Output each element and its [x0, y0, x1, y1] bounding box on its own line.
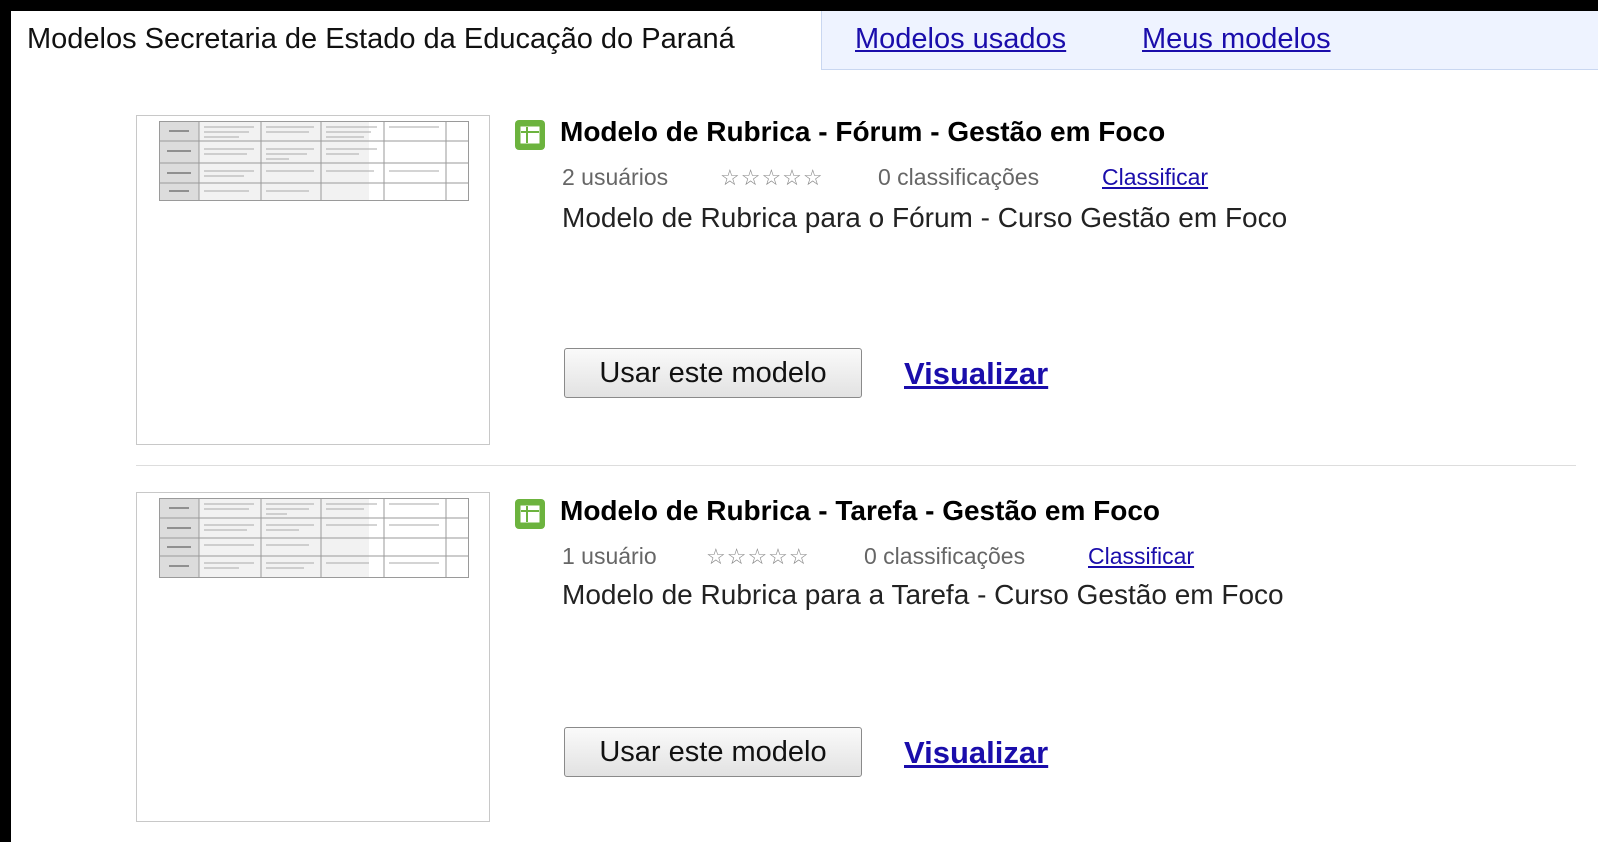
template-title: Modelo de Rubrica - Tarefa - Gestão em F… — [560, 495, 1161, 526]
user-count: 1 usuário — [562, 543, 657, 569]
window-border-left — [0, 0, 11, 842]
template-thumbnail[interactable] — [136, 115, 490, 445]
window-border-top — [0, 0, 1598, 11]
rubric-table-preview — [159, 121, 469, 201]
spreadsheet-icon — [515, 120, 545, 150]
tab-sede-models-label: Modelos Secretaria de Estado da Educação… — [27, 23, 735, 55]
rating-count: 0 classificações — [864, 543, 1026, 569]
user-count: 2 usuários — [562, 164, 669, 190]
spreadsheet-icon — [515, 499, 545, 529]
rate-link[interactable]: Classificar — [1102, 164, 1208, 191]
rating-stars-icon: ☆☆☆☆☆ — [706, 544, 810, 569]
template-description: Modelo de Rubrica para a Tarefa - Curso … — [562, 579, 1284, 610]
preview-link[interactable]: Visualizar — [904, 735, 1048, 771]
rating-count: 0 classificações — [878, 164, 1040, 190]
item-divider — [136, 465, 1576, 466]
rate-link[interactable]: Classificar — [1088, 543, 1194, 570]
rubric-table-preview — [159, 498, 469, 578]
template-title: Modelo de Rubrica - Fórum - Gestão em Fo… — [560, 116, 1166, 147]
tab-my-models[interactable]: Meus modelos — [1142, 23, 1331, 56]
rating-stars-icon: ☆☆☆☆☆ — [720, 165, 824, 190]
template-thumbnail[interactable] — [136, 492, 490, 822]
template-category-tabs: Modelos Secretaria de Estado da Educação… — [11, 11, 1598, 70]
use-template-button[interactable]: Usar este modelo — [564, 348, 862, 398]
tab-sede-models[interactable]: Modelos Secretaria de Estado da Educação… — [11, 11, 822, 70]
template-description: Modelo de Rubrica para o Fórum - Curso G… — [562, 202, 1288, 233]
preview-link[interactable]: Visualizar — [904, 356, 1048, 392]
use-template-button[interactable]: Usar este modelo — [564, 727, 862, 777]
tab-used-models[interactable]: Modelos usados — [855, 23, 1066, 56]
